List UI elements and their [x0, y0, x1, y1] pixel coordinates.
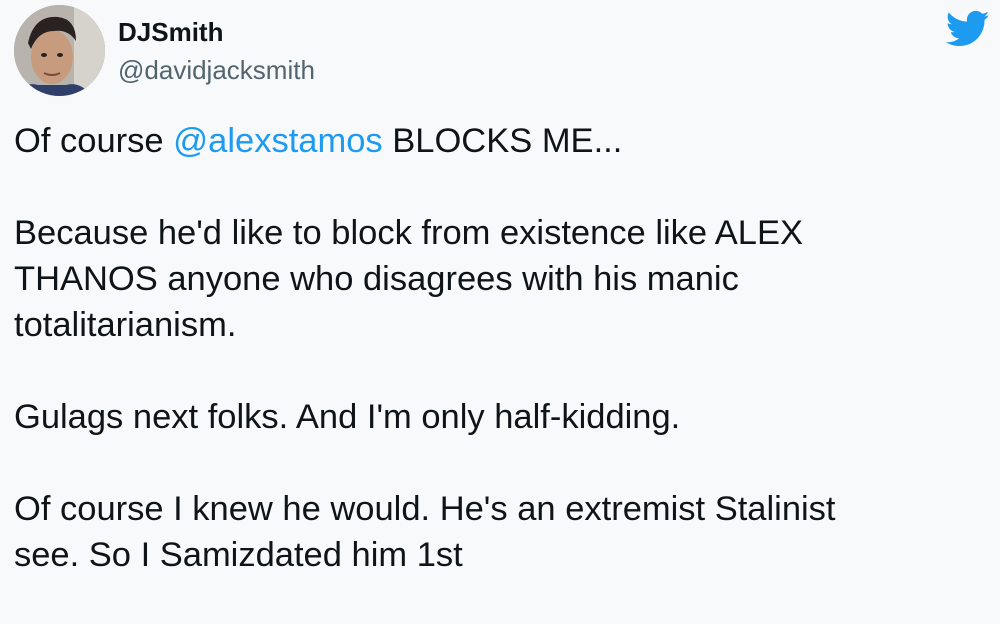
tweet-paragraph-1: Of course @alexstamos BLOCKS ME... [14, 118, 984, 164]
tweet-text-segment: Of course [14, 122, 174, 160]
tweet-line: Because he'd like to block from existenc… [14, 214, 804, 252]
tweet-text-segment: BLOCKS ME... [382, 122, 623, 160]
tweet-line: Of course I knew he would. He's an extre… [14, 490, 836, 528]
profile-photo-icon [14, 5, 105, 96]
author-display-name[interactable]: DJSmith [118, 14, 315, 50]
tweet-author: DJSmith @davidjacksmith [118, 14, 315, 88]
tweet-paragraph-2: Because he'd like to block from existenc… [14, 210, 984, 348]
mention-link[interactable]: @alexstamos [173, 122, 383, 160]
avatar[interactable] [14, 5, 105, 96]
tweet-text: Of course @alexstamos BLOCKS ME... Becau… [14, 118, 984, 624]
twitter-bird-icon[interactable] [945, 10, 990, 48]
author-handle[interactable]: @davidjacksmith [118, 52, 315, 88]
tweet-line: THANOS anyone who disagrees with his man… [14, 260, 739, 298]
tweet-line: see. So I Samizdated him 1st [14, 536, 463, 574]
tweet-paragraph-4: Of course I knew he would. He's an extre… [14, 486, 984, 578]
tweet-line: totalitarianism. [14, 306, 237, 344]
tweet-line: Gulags next folks. And I'm only half-kid… [14, 398, 681, 436]
tweet-paragraph-3: Gulags next folks. And I'm only half-kid… [14, 394, 984, 440]
